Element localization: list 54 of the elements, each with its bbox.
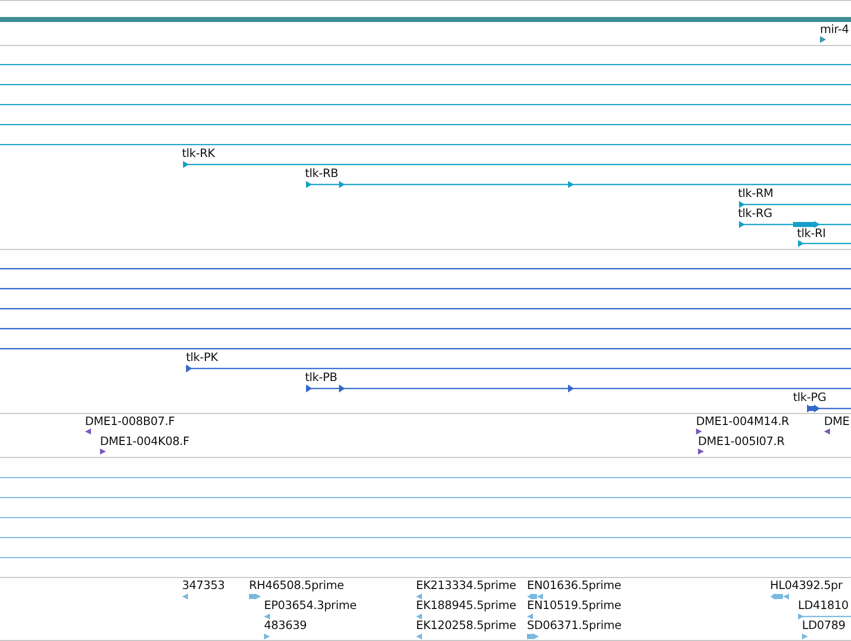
feature-label: tlk-RI (797, 226, 826, 240)
read-marker[interactable] (798, 614, 851, 620)
feature-label: tlk-PK (186, 350, 218, 364)
feature-label: DME1-004K08.F (100, 434, 190, 448)
read-marker[interactable] (527, 634, 539, 640)
read-marker[interactable] (264, 634, 270, 640)
read-marker[interactable] (264, 614, 270, 620)
feature-label: EK213334.5prime (416, 578, 516, 592)
feature-label: tlk-RB (305, 166, 338, 180)
protein-model[interactable] (306, 384, 851, 392)
read-marker[interactable] (100, 448, 106, 454)
feature-label: LD41810 (798, 598, 848, 612)
feature-label: EN01636.5prime (527, 578, 622, 592)
read-marker[interactable] (802, 634, 808, 640)
read-marker[interactable] (696, 428, 702, 434)
transcript-model[interactable] (739, 201, 851, 208)
transcript-model[interactable] (739, 221, 851, 228)
feature-label: SD06371.5prime (527, 618, 622, 632)
feature-label: EK188945.5prime (416, 598, 516, 612)
read-marker[interactable] (698, 448, 704, 454)
read-marker[interactable] (249, 594, 261, 600)
feature-label: EP03654.3prime (264, 598, 356, 612)
feature-label: DME1-008B07.F (85, 414, 175, 428)
feature-label: tlk-PB (305, 370, 338, 384)
gene-model[interactable] (820, 36, 826, 43)
feature-label: DME1-004M14.R (696, 414, 790, 428)
feature-label: tlk-RG (738, 206, 772, 220)
transcript-model[interactable] (183, 161, 851, 168)
feature-label: EK120258.5prime (416, 618, 516, 632)
read-marker[interactable] (416, 634, 422, 640)
feature-label: EN10519.5prime (527, 598, 622, 612)
read-marker[interactable] (824, 428, 830, 434)
protein-model[interactable] (807, 404, 851, 412)
feature-label: 347353 (182, 578, 225, 592)
feature-label: tlk-RK (182, 146, 215, 160)
transcript-model[interactable] (306, 181, 851, 188)
read-marker[interactable] (182, 594, 188, 600)
feature-label: DME (824, 414, 850, 428)
feature-label: 483639 (264, 618, 307, 632)
read-marker[interactable] (527, 594, 543, 600)
protein-model[interactable] (186, 364, 851, 372)
feature-label: tlk-RM (738, 186, 774, 200)
read-marker[interactable] (416, 614, 422, 620)
transcript-model[interactable] (798, 240, 851, 247)
read-marker[interactable] (770, 594, 789, 600)
feature-label: mir-4 (820, 22, 849, 36)
read-marker[interactable] (416, 594, 422, 600)
feature-label: HL04392.5pr (770, 578, 842, 592)
read-marker[interactable] (85, 428, 91, 434)
feature-label: DME1-005I07.R (698, 434, 785, 448)
read-marker[interactable] (527, 614, 533, 620)
feature-label: tlk-PG (793, 390, 826, 404)
feature-label: LD0789 (802, 618, 846, 632)
feature-label: RH46508.5prime (249, 578, 344, 592)
